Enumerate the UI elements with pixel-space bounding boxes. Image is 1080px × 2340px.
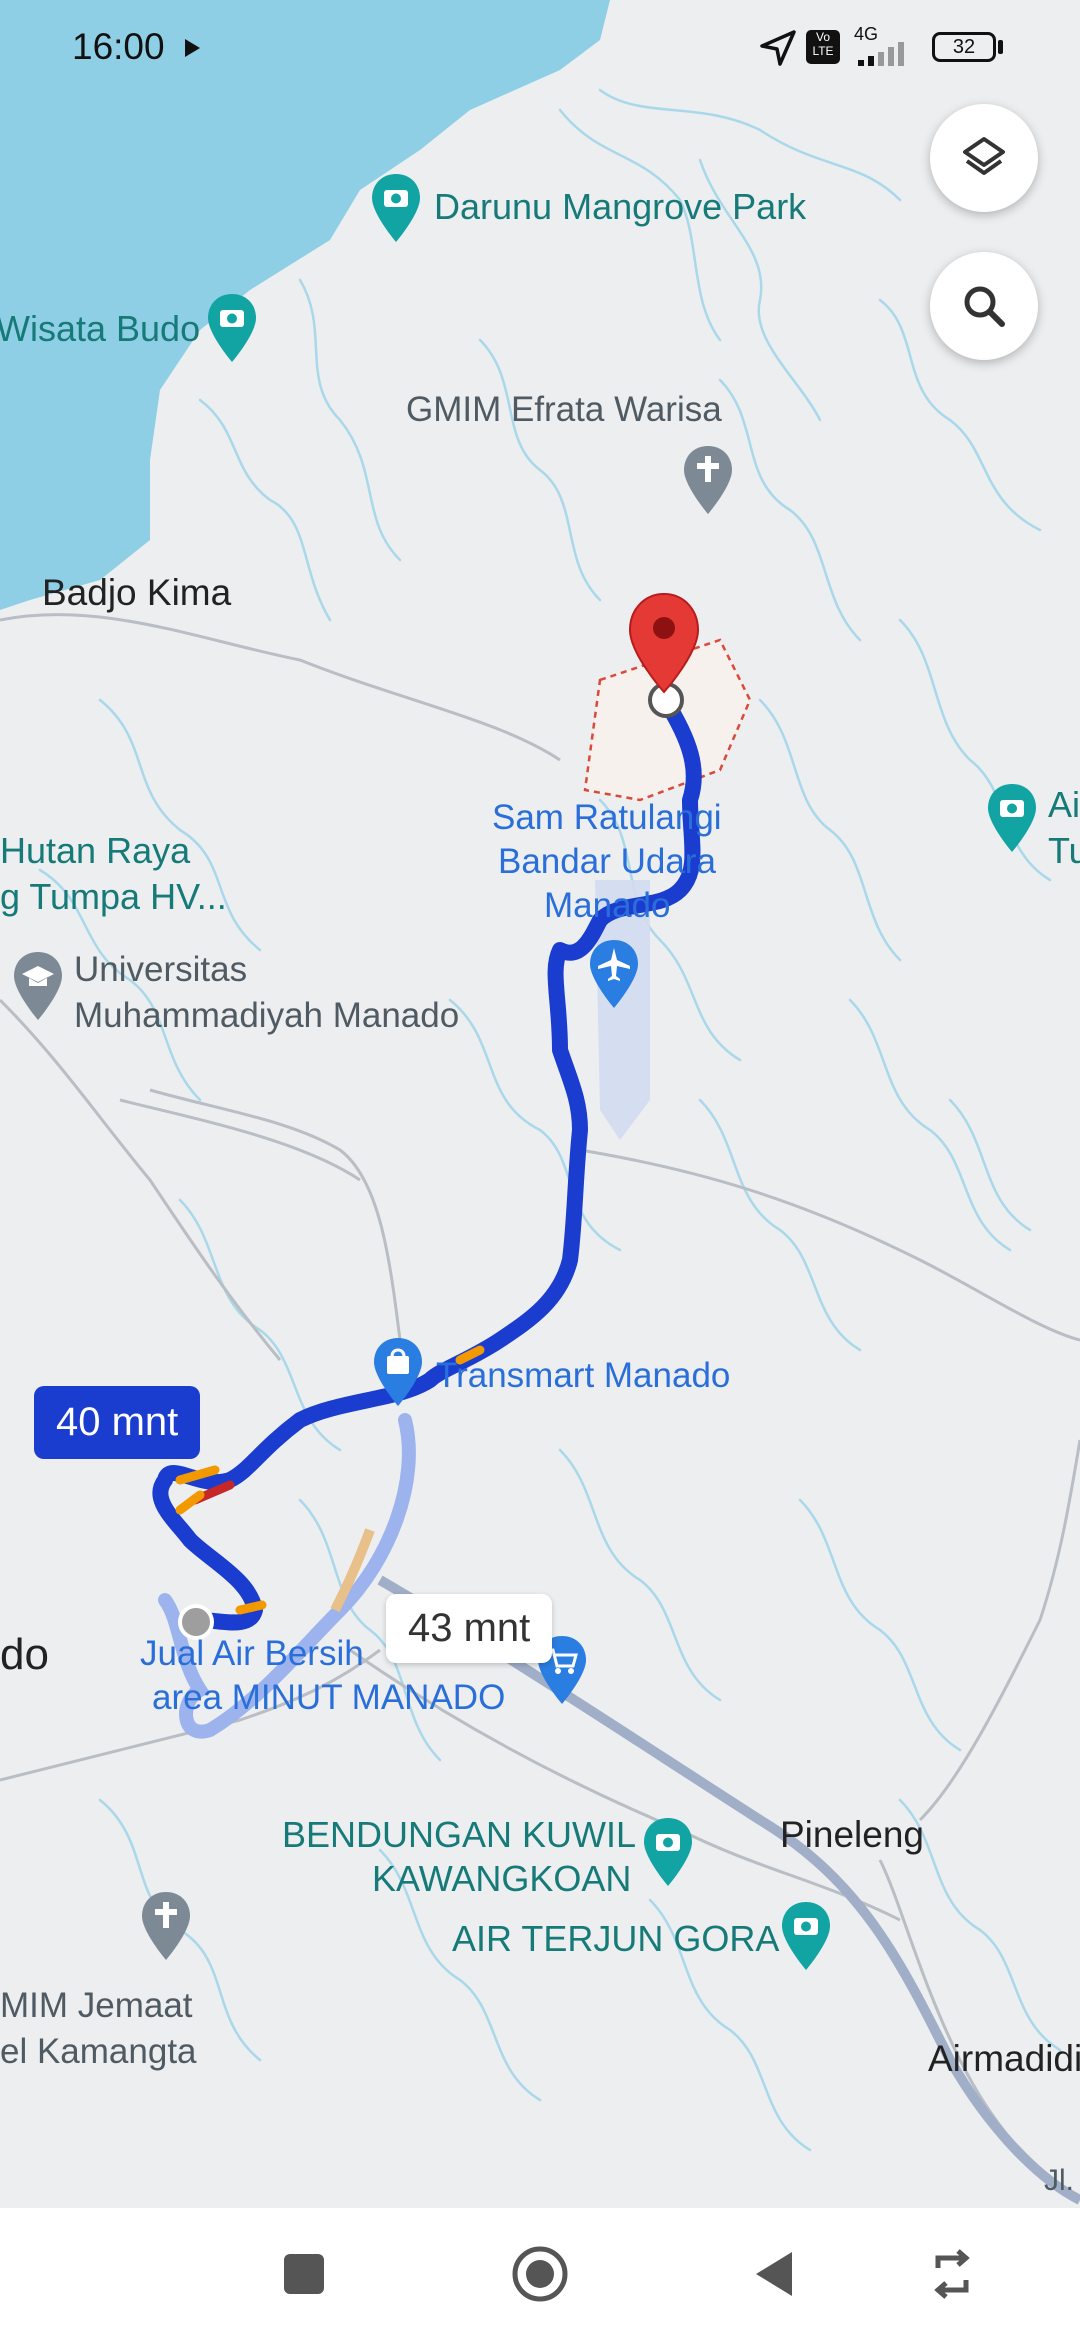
label-airport-2[interactable]: Bandar Udara <box>498 842 716 882</box>
label-airmadidi: Airmadidi <box>928 2038 1080 2079</box>
label-right-edge-2[interactable]: Tu <box>1048 830 1080 871</box>
route-primary-time-badge[interactable]: 40 mnt <box>34 1386 201 1459</box>
airport-poi-icon[interactable] <box>588 938 640 1010</box>
battery-tip <box>998 40 1003 54</box>
system-nav-bar <box>0 2208 1080 2340</box>
volte-icon: Vo LTE <box>806 30 840 64</box>
label-universitas-2[interactable]: Muhammadiyah Manado <box>74 996 459 1036</box>
location-arrow-icon <box>760 30 796 66</box>
back-button[interactable] <box>742 2242 806 2306</box>
label-manado-edge: do <box>0 1630 49 1679</box>
label-badjo-kima: Badjo Kima <box>42 572 232 613</box>
label-jual-air-2[interactable]: area MINUT MANADO <box>152 1678 505 1718</box>
label-pineleng: Pineleng <box>780 1814 925 1855</box>
label-gmim-efrata[interactable]: GMIM Efrata Warisa <box>406 390 722 430</box>
back-triangle-icon <box>756 2252 792 2296</box>
square-icon <box>284 2254 324 2294</box>
camera-poi-icon[interactable] <box>986 782 1038 854</box>
label-air-terjun-gora[interactable]: AIR TERJUN GORA <box>452 1918 779 1959</box>
battery-icon: 32 <box>932 32 996 62</box>
rotate-icon <box>934 2249 970 2299</box>
label-gmim-jemaat-1[interactable]: MIM Jemaat <box>0 1986 193 2026</box>
status-time: 16:00 <box>72 26 165 67</box>
rotate-button[interactable] <box>920 2242 984 2306</box>
label-jual-air-1[interactable]: Jual Air Bersih <box>140 1634 364 1674</box>
label-bendungan-1[interactable]: BENDUNGAN KUWIL <box>282 1814 636 1855</box>
label-gmim-jemaat-2[interactable]: el Kamangta <box>0 2032 197 2072</box>
search-icon <box>964 286 1005 327</box>
label-transmart[interactable]: Transmart Manado <box>436 1356 730 1396</box>
label-airport-1[interactable]: Sam Ratulangi <box>492 798 722 838</box>
label-airport-3[interactable]: Manado <box>544 886 670 926</box>
camera-poi-icon[interactable] <box>642 1816 694 1888</box>
label-hutan-raya-1[interactable]: Hutan Raya <box>0 830 190 871</box>
shopping-poi-icon[interactable] <box>372 1336 424 1408</box>
university-poi-icon[interactable] <box>12 950 64 1022</box>
layers-button[interactable] <box>930 104 1038 212</box>
label-hutan-raya-2[interactable]: g Tumpa HV... <box>0 876 227 917</box>
layers-icon <box>963 137 1005 175</box>
label-road-edge: Jl. <box>1044 2164 1074 2197</box>
signal-icon <box>858 42 904 66</box>
destination-pin-icon[interactable] <box>626 592 702 696</box>
label-darunu-mangrove[interactable]: Darunu Mangrove Park <box>434 186 806 227</box>
church-poi-icon[interactable] <box>140 1890 192 1962</box>
recents-button[interactable] <box>272 2242 336 2306</box>
label-wisata-budo[interactable]: Wisata Budo <box>0 308 200 349</box>
home-button[interactable] <box>508 2242 572 2306</box>
camera-poi-icon[interactable] <box>780 1900 832 1972</box>
label-right-edge-1[interactable]: Ai <box>1048 784 1080 825</box>
search-button[interactable] <box>930 252 1038 360</box>
label-bendungan-2[interactable]: KAWANGKOAN <box>372 1858 631 1899</box>
church-poi-icon[interactable] <box>682 444 734 516</box>
camera-poi-icon[interactable] <box>206 292 258 364</box>
status-bar: 16:00 Vo LTE 4G 32 <box>0 0 1080 96</box>
play-icon <box>185 39 200 57</box>
camera-poi-icon[interactable] <box>370 172 422 244</box>
label-universitas-1[interactable]: Universitas <box>74 950 247 990</box>
map-view[interactable]: Darunu Mangrove Park Wisata Budo GMIM Ef… <box>0 0 1080 2208</box>
route-alternative-time-badge[interactable]: 43 mnt <box>386 1594 553 1663</box>
home-circle-icon <box>512 2246 568 2302</box>
